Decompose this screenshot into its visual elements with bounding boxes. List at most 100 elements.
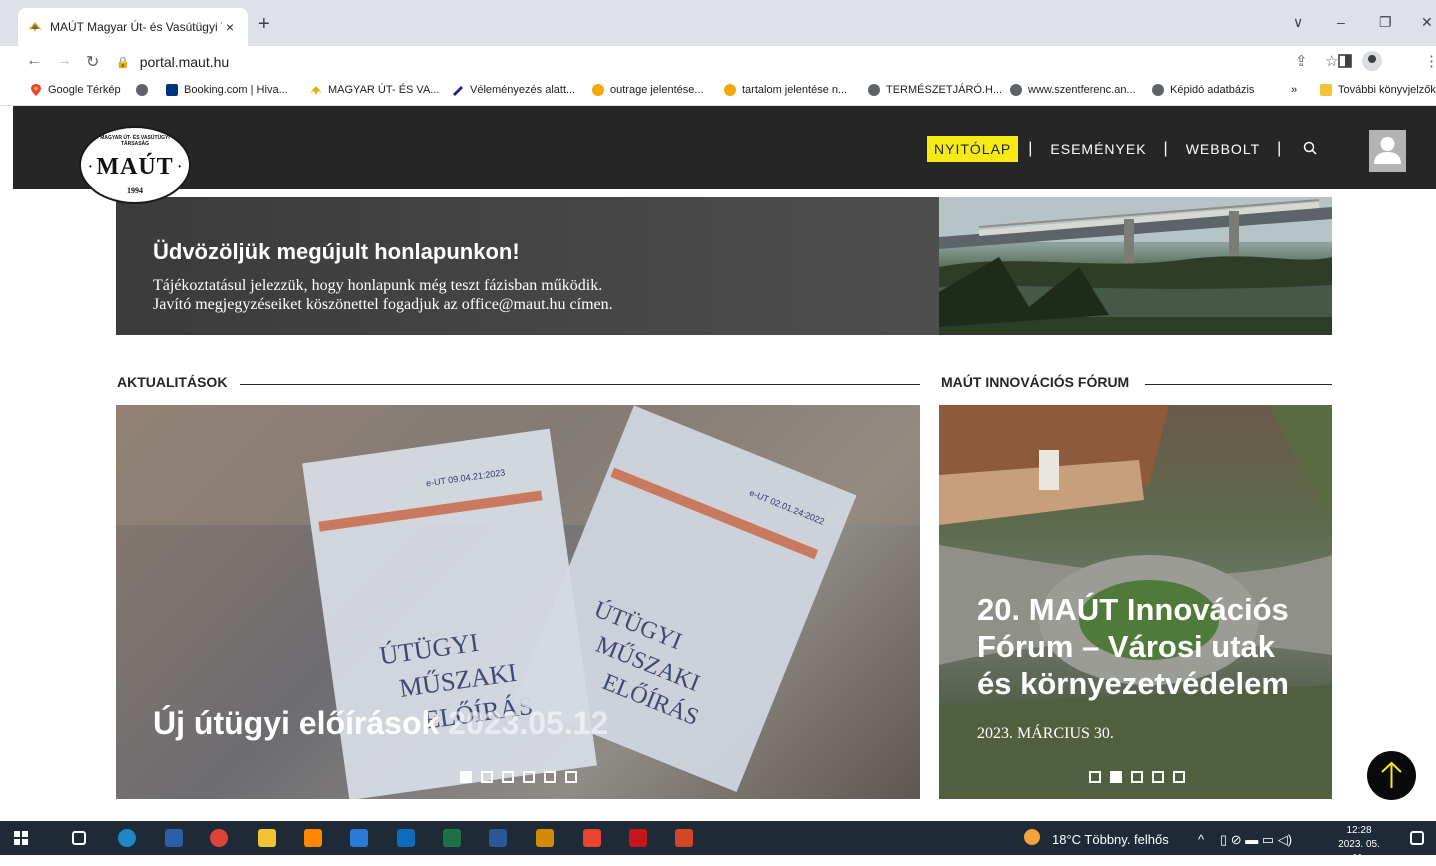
taskbar-clock[interactable]: 12:28 2023. 05. 11. — [1334, 824, 1384, 866]
url-field[interactable]: 🔒 portal.maut.hu — [116, 50, 1276, 74]
nav-nyitolap[interactable]: NYITÓLAP — [927, 136, 1019, 162]
slider-dot[interactable] — [544, 771, 556, 783]
arrow-up-icon — [1381, 761, 1402, 788]
notification-icon[interactable] — [1410, 831, 1424, 845]
aktualitasok-heading: AKTUALITÁSOK — [117, 374, 228, 390]
nav-esemenyek[interactable]: ESEMÉNYEK — [1043, 136, 1153, 162]
bookmarks-overflow-button[interactable]: » — [1291, 84, 1297, 96]
bookmark-velemenyezes[interactable]: Véleményezés alatt... — [452, 84, 575, 96]
back-to-top-button[interactable] — [1367, 751, 1416, 800]
user-account-button[interactable] — [1369, 130, 1406, 172]
pen-icon — [453, 86, 463, 96]
maut-logo[interactable]: MAGYAR ÚT- ÉS VASÚTÜGYI TÁRSASÁG • • MAÚT… — [79, 126, 191, 204]
word-icon[interactable] — [489, 829, 507, 847]
bridge-photo — [939, 197, 1332, 335]
bookmark-booking[interactable]: Booking.com | Hiva... — [166, 84, 288, 96]
tab-search-icon[interactable]: ∨ — [1293, 14, 1303, 31]
close-window-button[interactable]: ✕ — [1421, 14, 1433, 31]
task-view-icon[interactable] — [72, 831, 86, 845]
forum-slide-title[interactable]: 20. MAÚT Innovációs Fórum – Városi utak … — [977, 591, 1317, 702]
acrobat-icon[interactable] — [629, 829, 647, 847]
slider-dot[interactable] — [523, 771, 535, 783]
map-pin-icon — [31, 84, 41, 96]
url-text: portal.maut.hu — [139, 54, 230, 70]
slider-dot[interactable] — [1152, 771, 1164, 783]
globe-icon — [868, 84, 880, 96]
forum-slider[interactable]: 20. MAÚT Innovációs Fórum – Városi utak … — [939, 405, 1332, 799]
bookmark-termeszetjaro[interactable]: TERMÉSZETJÁRÓ.H... — [868, 84, 1002, 96]
floppy-save-icon[interactable] — [165, 829, 183, 847]
slider-dot[interactable] — [1173, 771, 1185, 783]
tray-icons[interactable]: ▯ ⊘ ▬ ▭ ◁) — [1220, 832, 1292, 848]
excel-icon[interactable] — [443, 829, 461, 847]
nav-separator: | — [1028, 140, 1034, 157]
maut-icon — [310, 86, 322, 95]
weather-icon[interactable] — [1024, 829, 1040, 845]
forward-icon[interactable]: → — [56, 52, 72, 70]
globe-icon — [1152, 84, 1164, 96]
slider-dot[interactable] — [481, 771, 493, 783]
nav-webbolt[interactable]: WEBBOLT — [1179, 136, 1267, 162]
search-icon[interactable] — [1303, 141, 1317, 155]
profile-avatar-icon[interactable] — [1362, 51, 1382, 71]
reload-icon[interactable]: ↻ — [86, 52, 99, 72]
logo-year: 1994 — [127, 186, 143, 195]
back-icon[interactable]: ← — [26, 52, 42, 70]
outlook-icon[interactable] — [536, 829, 554, 847]
slider-dot[interactable] — [1110, 771, 1122, 783]
lock-icon: 🔒 — [116, 56, 130, 69]
new-tab-button[interactable]: + — [258, 13, 270, 36]
bookmark-kepido[interactable]: Képidó adatbázis — [1152, 84, 1254, 96]
edge-icon[interactable] — [118, 829, 136, 847]
tab-close-icon[interactable]: × — [222, 19, 238, 35]
bookmark-tartalom[interactable]: tartalom jelentése n... — [724, 84, 847, 96]
browser-tab-strip: MAÚT Magyar Út- és Vasútügyi T × + ∨ – ❐… — [0, 0, 1436, 46]
forum-slider-dots — [1089, 771, 1185, 783]
slider-dot[interactable] — [565, 771, 577, 783]
bookmark-outrage[interactable]: outrage jelentése... — [592, 84, 704, 96]
bridge-illustration — [939, 197, 1332, 335]
other-bookmarks-folder[interactable]: További könyvjelzők — [1320, 84, 1436, 96]
slider-dot[interactable] — [460, 771, 472, 783]
logo-arc-text: MAGYAR ÚT- ÉS VASÚTÜGYI TÁRSASÁG — [100, 135, 170, 147]
store-icon[interactable] — [350, 829, 368, 847]
forum-slide-date: 2023. MÁRCIUS 30. — [977, 725, 1114, 742]
banner-line-1: Tájékoztatásul jelezzük, hogy honlapunk … — [153, 277, 603, 294]
address-bar-row: ← → ↻ 🔒 portal.maut.hu ⇪ ☆ ⋮ — [0, 46, 1436, 78]
maut-favicon-icon — [28, 22, 42, 32]
side-panel-icon[interactable] — [1338, 54, 1352, 68]
powerpoint-icon[interactable] — [675, 829, 693, 847]
chrome-icon[interactable] — [210, 829, 228, 847]
anydesk-icon[interactable] — [583, 829, 601, 847]
welcome-banner: Üdvözöljük megújult honlapunkon! Tájékoz… — [116, 197, 939, 335]
folder-icon — [1320, 84, 1332, 96]
bookmark-google-terkep[interactable]: Google Térkép — [30, 84, 121, 96]
browser-tab[interactable]: MAÚT Magyar Út- és Vasútügyi T × — [18, 8, 248, 46]
bookmark-globe[interactable] — [136, 84, 154, 96]
bookmark-szentferenc[interactable]: www.szentferenc.an... — [1010, 84, 1136, 96]
vlc-icon[interactable] — [304, 829, 322, 847]
mail-icon[interactable] — [397, 829, 415, 847]
news-slider[interactable]: e-UT 09.04.21:2023 ÚTÜGYI MŰSZAKI ELŐÍRÁ… — [116, 405, 920, 799]
news-slide-caption[interactable]: Új útügyi előírások 2023.05.12 — [153, 705, 608, 742]
main-nav: NYITÓLAP | ESEMÉNYEK | WEBBOLT | — [927, 136, 1292, 162]
clock-time: 12:28 — [1346, 825, 1372, 836]
news-slide-date: 2023.05.12 — [448, 705, 609, 741]
forum-heading: MAÚT INNOVÁCIÓS FÓRUM — [941, 374, 1130, 390]
slider-dot[interactable] — [1089, 771, 1101, 783]
news-slide-title: Új útügyi előírások — [153, 705, 440, 741]
slider-dot[interactable] — [1131, 771, 1143, 783]
weather-text[interactable]: 18°C Többny. felhős — [1052, 832, 1169, 847]
share-icon[interactable]: ⇪ — [1295, 52, 1308, 70]
maximize-button[interactable]: ❐ — [1379, 14, 1392, 31]
minimize-button[interactable]: – — [1337, 14, 1345, 30]
bookmark-maut[interactable]: MAGYAR ÚT- ÉS VA... — [310, 84, 439, 96]
slider-dot[interactable] — [502, 771, 514, 783]
bookmark-star-icon[interactable]: ☆ — [1325, 52, 1338, 70]
windows-start-icon[interactable] — [14, 831, 28, 845]
globe-icon — [1010, 84, 1022, 96]
file-explorer-icon[interactable] — [258, 829, 276, 847]
tray-chevron-icon[interactable]: ^ — [1198, 832, 1204, 847]
clock-date: 2023. 05. 11. — [1338, 839, 1380, 864]
chrome-menu-icon[interactable]: ⋮ — [1424, 52, 1436, 70]
